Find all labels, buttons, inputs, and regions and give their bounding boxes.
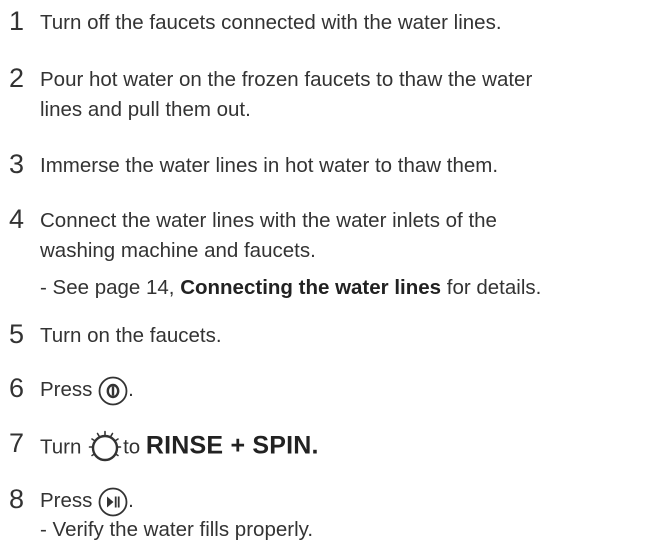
step-number: 7 xyxy=(9,428,25,458)
step-line: Pour hot water on the frozen faucets to … xyxy=(40,68,533,91)
step-text: Turn on the faucets. xyxy=(40,321,645,351)
step-line: Immerse the water lines in hot water to … xyxy=(40,154,499,177)
step-number: 2 xyxy=(9,63,25,93)
instruction-page: 1 Turn off the faucets connected with th… xyxy=(0,0,655,549)
step-text: Turn to RINSE + SPIN. xyxy=(40,430,645,466)
step-line: Connect the water lines with the water i… xyxy=(40,209,497,232)
step-text: Pour hot water on the frozen faucets to … xyxy=(40,65,645,125)
step-note: - See page 14, Connecting the water line… xyxy=(40,273,541,303)
cycle-name: RINSE + SPIN. xyxy=(145,431,319,460)
step-text-mid: to xyxy=(123,435,146,459)
step-number: 6 xyxy=(9,373,25,403)
step-line: lines and pull them out. xyxy=(40,98,251,121)
step-text: Connect the water lines with the water i… xyxy=(40,206,645,266)
step-text-after: . xyxy=(128,489,134,512)
step-number: 3 xyxy=(9,149,25,179)
step-line: washing machine and faucets. xyxy=(40,239,316,262)
step-line: Turn off the faucets connected with the … xyxy=(40,11,502,34)
step-text-after: . xyxy=(128,378,134,401)
step-text-before: Press xyxy=(40,378,99,401)
program-dial-icon xyxy=(87,430,123,466)
step-text: Immerse the water lines in hot water to … xyxy=(40,151,645,181)
step-line: Press . xyxy=(40,486,645,517)
step-line: Turn to RINSE + SPIN. xyxy=(40,430,645,466)
step-text-before: Press xyxy=(40,489,99,512)
step-number: 1 xyxy=(9,6,25,36)
step-note: - Verify the water fills properly. xyxy=(40,518,314,541)
note-reference-link: Connecting the water lines xyxy=(180,276,442,299)
step-number: 4 xyxy=(9,204,25,234)
power-button-icon xyxy=(98,376,128,406)
step-text: Press . xyxy=(40,375,645,406)
step-text: Press . xyxy=(40,486,645,517)
step-text-before: Turn xyxy=(40,435,88,459)
step-number: 5 xyxy=(9,319,25,349)
step-line: Press . xyxy=(40,375,645,406)
note-suffix: for details. xyxy=(441,276,542,299)
step-line: Turn on the faucets. xyxy=(40,324,222,347)
note-prefix: - See page 14, xyxy=(40,276,181,299)
step-text: Turn off the faucets connected with the … xyxy=(40,8,645,38)
step-number: 8 xyxy=(9,484,25,514)
start-pause-button-icon xyxy=(98,487,128,517)
